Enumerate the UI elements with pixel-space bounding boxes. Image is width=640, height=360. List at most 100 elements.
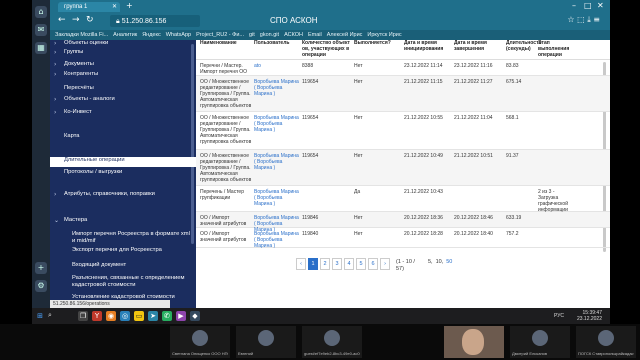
menu-icon[interactable]: ≡ (593, 15, 600, 24)
bookmark-item[interactable]: АСКОН (284, 30, 303, 40)
page-size-selector: 5, 10, 50 (428, 259, 455, 265)
language-indicator[interactable]: РУС (554, 313, 564, 319)
chat-icon[interactable]: ✉ (35, 24, 47, 36)
close-tab-icon[interactable]: ✕ (112, 2, 117, 12)
close-window-icon[interactable]: ✕ (597, 1, 604, 10)
table-row[interactable]: Перечень / Мастер групфикации Воробьева М… (196, 186, 610, 213)
page-title: СПО АСКОН (270, 16, 318, 25)
url-text: 51.250.86.156 (121, 18, 167, 25)
participant-tile[interactable]: Дмитрий Ельчанов (510, 326, 570, 358)
participant-tile[interactable]: Евгений (236, 326, 296, 358)
page-button[interactable]: 2 (320, 258, 330, 270)
table-cell-user[interactable]: Воробьева Марина ( Воробьева Марина ) (254, 115, 300, 133)
column-header[interactable]: Наименование (200, 40, 252, 46)
reload-icon[interactable]: ↻ (86, 15, 94, 25)
table-row[interactable]: ОО / Множественное редактирование / Груп… (196, 112, 610, 150)
sidebar-item[interactable]: Длительные операции (50, 157, 196, 167)
browser-tab[interactable]: группа 1 ✕ (58, 2, 120, 12)
table-cell-user[interactable]: Воробьева Марина ( Воробьева Марина ) (254, 153, 300, 171)
bookmark-item[interactable]: gkon.git (260, 30, 279, 40)
start-icon[interactable]: ⊞ (35, 311, 45, 321)
table-cell-duration: 568.1 (506, 115, 519, 121)
column-header[interactable]: Этап выполнения операции (538, 40, 569, 58)
sidebar-item-label: Атрибуты, справочники, поправки (64, 191, 155, 197)
firefox-icon[interactable]: ◉ (106, 311, 116, 321)
table-cell-start: 21.12.2022 10:49 (404, 153, 443, 159)
avatar (598, 330, 614, 346)
column-header[interactable]: Количество объект ов, участвующих в опер… (302, 40, 352, 58)
table-row[interactable]: ОО / Импорт значений атрибутов Воробьева … (196, 212, 610, 233)
table-cell-user[interactable]: ato (254, 63, 300, 69)
download-icon[interactable]: ⤓ (587, 15, 591, 24)
participant-tile[interactable] (444, 326, 504, 358)
page-size-option[interactable]: 50 (446, 259, 452, 265)
search-icon[interactable]: ⌕ (48, 311, 74, 321)
bookmark-item[interactable]: Email (308, 30, 322, 40)
table-row[interactable]: Перечни / Мастер. Импорт перечня ОО ato 83… (196, 60, 610, 76)
column-header[interactable]: Выполняется? (354, 40, 400, 46)
participant-tile[interactable]: ПОГСК Ставрополькрайкадастр (576, 326, 636, 358)
column-header[interactable]: Дата и время завершения (454, 40, 504, 52)
forward-icon[interactable]: → (72, 15, 80, 25)
table-cell-user[interactable]: Воробьева Марина ( Воробьева Марина ) (254, 189, 300, 207)
page-size-option[interactable]: 5, (428, 259, 433, 265)
bookmark-item[interactable]: Алексей Ирис (327, 30, 363, 40)
bookmark-item[interactable]: Закладки Mozilla Fi... (55, 30, 108, 40)
sidebar-item-label: Протоколы / выгрузки (64, 169, 123, 175)
zoom-icon[interactable]: ▶ (176, 311, 186, 321)
yandex-icon[interactable]: Y (92, 311, 102, 321)
page-size-option[interactable]: 10, (436, 259, 444, 265)
clock[interactable]: 15:39:47 23.12.2022 (577, 310, 602, 322)
calendar-icon[interactable]: ▦ (35, 42, 47, 54)
sidebar-scrollbar[interactable] (191, 44, 194, 244)
table-cell-count: 119654 (302, 115, 319, 121)
chevron-icon: › (54, 40, 57, 47)
bookmark-item[interactable]: Аналитик (113, 30, 137, 40)
bookmark-icon[interactable]: ☆ (567, 15, 574, 24)
page-button[interactable]: 3 (332, 258, 342, 270)
column-header[interactable]: Пользователь (254, 40, 300, 46)
column-header[interactable]: Длительность (секунды) (506, 40, 542, 52)
sidebar-menu: › Объекты оценки › Группы › Документы › Контраг… (50, 40, 196, 308)
prev-page-button[interactable]: ‹ (296, 258, 306, 270)
table-cell-stage: 2 из 3 - Загрузка графической информации (538, 189, 568, 213)
bookmark-item[interactable]: Яндекс (142, 30, 161, 40)
minimize-icon[interactable]: – (572, 1, 576, 10)
table-cell-running: Нет (354, 215, 363, 221)
table-row[interactable]: ОО / Импорт значений атрибутов Воробьева … (196, 228, 610, 249)
taskview-icon[interactable]: ❐ (78, 311, 88, 321)
table-row[interactable]: ОО / Множественное редактирование / Груп… (196, 76, 610, 112)
back-icon[interactable]: ← (58, 15, 66, 25)
whatsapp-icon[interactable]: ✆ (162, 311, 172, 321)
bookmark-item[interactable]: Project_RU2 - Фи... (196, 30, 244, 40)
bookmark-item[interactable]: WhatsApp (166, 30, 191, 40)
participant-tile[interactable]: Светлана Онищенко ООО НПО ГеоЛИС (170, 326, 230, 358)
home-icon[interactable]: ⌂ (35, 6, 47, 18)
add-icon[interactable]: + (35, 262, 47, 274)
maximize-icon[interactable]: □ (584, 1, 592, 10)
sidebar-item-label: Объекты оценки (64, 40, 109, 46)
new-tab-icon[interactable]: + (126, 1, 133, 10)
bookmark-item[interactable]: git (249, 30, 255, 40)
table-cell-count: 8388 (302, 63, 314, 69)
page-button[interactable]: 6 (368, 258, 378, 270)
bookmark-item[interactable]: Иркутск Ирис (367, 30, 401, 40)
table-cell-user[interactable]: Воробьева Марина ( Воробьева Марина ) (254, 79, 300, 97)
page-button[interactable]: 1 (308, 258, 318, 270)
sidebar-item-label: Документы (64, 61, 94, 67)
chrome-icon[interactable]: ◎ (120, 311, 130, 321)
participant-tile[interactable]: guest/ef7e9eb2-8bc3-49e0-ac05-be... (302, 326, 362, 358)
column-header[interactable]: Дата и время инициирования (404, 40, 452, 52)
app-icon[interactable]: ◆ (190, 311, 200, 321)
next-page-button[interactable]: › (380, 258, 390, 270)
extensions-icon[interactable]: ⬚ (577, 15, 585, 24)
table-cell-user[interactable]: Воробьева Марина ( Воробьева Марина ) (254, 231, 300, 249)
table-row[interactable]: ОО / Множественное редактирование / Груп… (196, 150, 610, 186)
page-button[interactable]: 5 (356, 258, 366, 270)
chevron-icon: › (54, 71, 57, 78)
page-button[interactable]: 4 (344, 258, 354, 270)
address-bar[interactable]: 🔒︎ 51.250.86.156 (110, 15, 200, 27)
folder-icon[interactable]: ▭ (134, 311, 144, 321)
telegram-icon[interactable]: ➤ (148, 311, 158, 321)
settings-icon[interactable]: ⚙ (35, 280, 47, 292)
